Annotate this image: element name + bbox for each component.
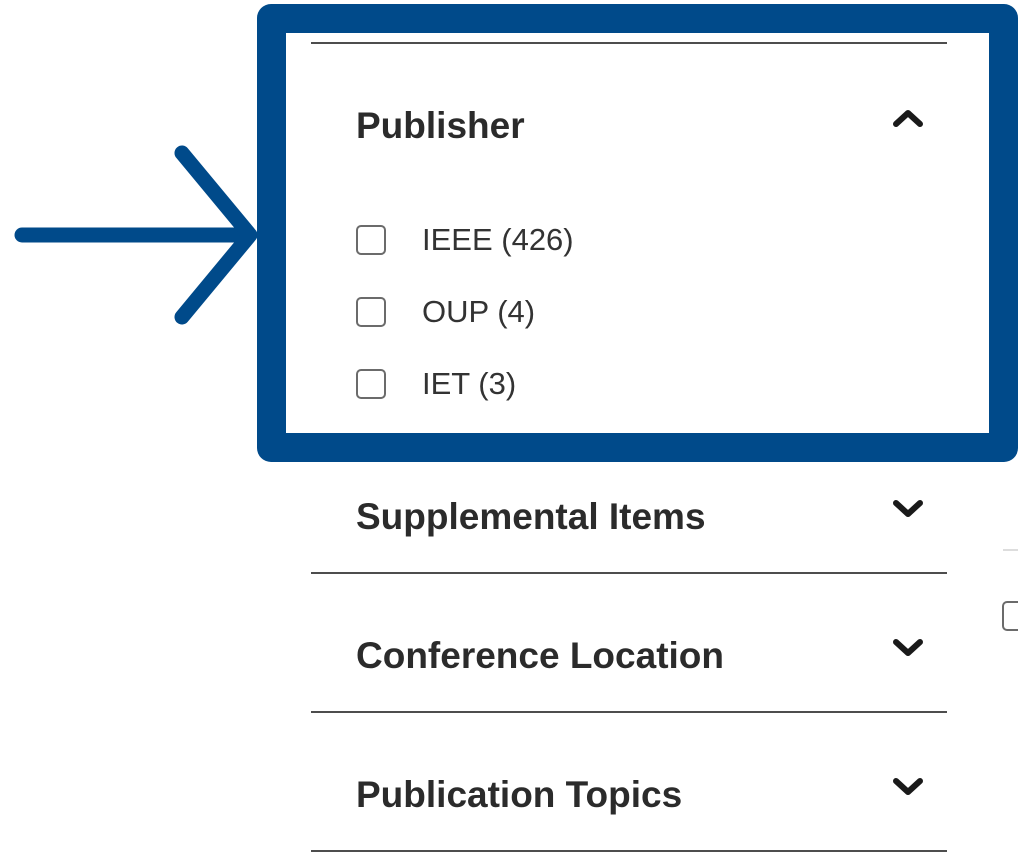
- publisher-option-oup[interactable]: OUP (4): [356, 292, 535, 332]
- checkbox[interactable]: [356, 369, 386, 399]
- publisher-option-ieee[interactable]: IEEE (426): [356, 220, 574, 260]
- divider: [311, 42, 947, 44]
- checkbox[interactable]: [356, 297, 386, 327]
- divider: [311, 850, 947, 852]
- option-label: OUP (4): [422, 294, 536, 329]
- facet-title-publication-topics: Publication Topics: [356, 774, 683, 815]
- option-label: IET (3): [422, 366, 517, 401]
- publisher-option-iet[interactable]: IET (3): [356, 364, 516, 404]
- chevron-down-icon[interactable]: [891, 637, 925, 659]
- chevron-up-icon[interactable]: [891, 107, 925, 129]
- facet-title-conference-location: Conference Location: [356, 635, 724, 676]
- divider: [311, 711, 947, 713]
- facet-title-supplemental-items: Supplemental Items: [356, 496, 706, 537]
- divider: [311, 572, 947, 574]
- divider: [1003, 549, 1018, 551]
- divider: [311, 433, 947, 435]
- checkbox[interactable]: [1002, 601, 1018, 631]
- facet-title-publisher: Publisher: [356, 105, 525, 146]
- checkbox[interactable]: [356, 225, 386, 255]
- arrow-right-icon: [14, 145, 258, 325]
- chevron-down-icon[interactable]: [891, 498, 925, 520]
- option-label: IEEE (426): [422, 222, 574, 257]
- chevron-down-icon[interactable]: [891, 776, 925, 798]
- page: Publisher IEEE (426) OUP (4) IET (3) Sup…: [0, 0, 1018, 854]
